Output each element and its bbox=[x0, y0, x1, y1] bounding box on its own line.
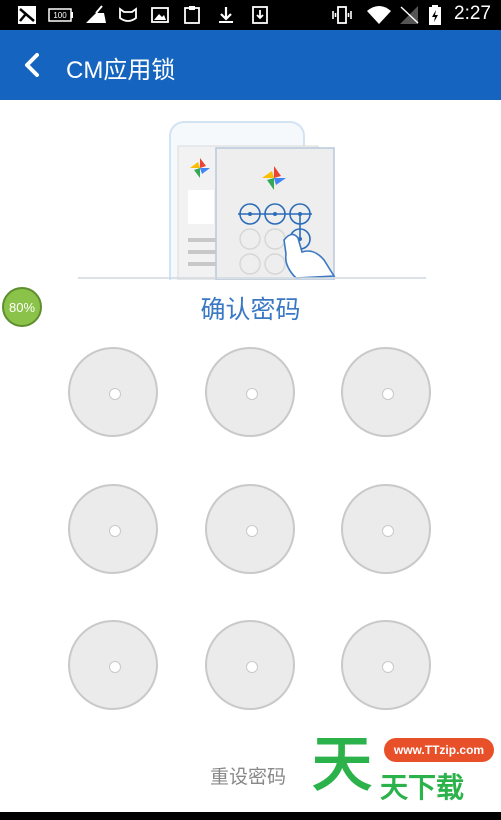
pattern-dot-9[interactable] bbox=[341, 620, 431, 710]
clipboard-icon bbox=[182, 5, 202, 25]
battery-100-icon: 100 bbox=[48, 5, 74, 25]
pattern-dot-2[interactable] bbox=[205, 347, 295, 437]
app-notification-icon bbox=[16, 5, 38, 25]
cat-icon bbox=[118, 5, 138, 25]
watermark-url: www.TTzip.com bbox=[384, 738, 494, 762]
pattern-dot-8[interactable] bbox=[205, 620, 295, 710]
confirm-password-label: 确认密码 bbox=[200, 295, 301, 324]
watermark-brand: 天下载 bbox=[380, 771, 465, 804]
clock: 2:27 bbox=[454, 3, 491, 24]
vibrate-icon bbox=[330, 5, 354, 25]
cleaner-icon bbox=[84, 5, 108, 25]
chevron-left-icon bbox=[25, 53, 39, 77]
pattern-dot-7[interactable] bbox=[68, 620, 158, 710]
pattern-dot-5[interactable] bbox=[205, 484, 295, 574]
pattern-dot-3[interactable] bbox=[341, 347, 431, 437]
no-signal-icon bbox=[398, 5, 420, 25]
download-icon bbox=[216, 5, 236, 25]
pattern-dot-4[interactable] bbox=[68, 484, 158, 574]
pattern-lock-illustration bbox=[78, 120, 426, 303]
download-box-icon bbox=[250, 5, 270, 25]
watermark-big-char: 天 bbox=[312, 730, 372, 800]
charging-battery-icon bbox=[428, 5, 442, 25]
bottom-edge bbox=[0, 812, 501, 820]
reset-password-button[interactable]: 重设密码 bbox=[210, 762, 286, 789]
app-bar: CM应用锁 bbox=[0, 30, 501, 100]
image-icon bbox=[150, 5, 170, 25]
svg-text:100: 100 bbox=[53, 11, 67, 20]
status-bar: 100 2:27 bbox=[0, 0, 501, 30]
watermark-logo: 天 www.TTzip.com 天下载 bbox=[312, 730, 497, 808]
back-button[interactable] bbox=[18, 50, 48, 80]
app-title: CM应用锁 bbox=[66, 57, 176, 84]
wifi-icon bbox=[366, 5, 392, 25]
pattern-dot-1[interactable] bbox=[68, 347, 158, 437]
pattern-dot-6[interactable] bbox=[341, 484, 431, 574]
